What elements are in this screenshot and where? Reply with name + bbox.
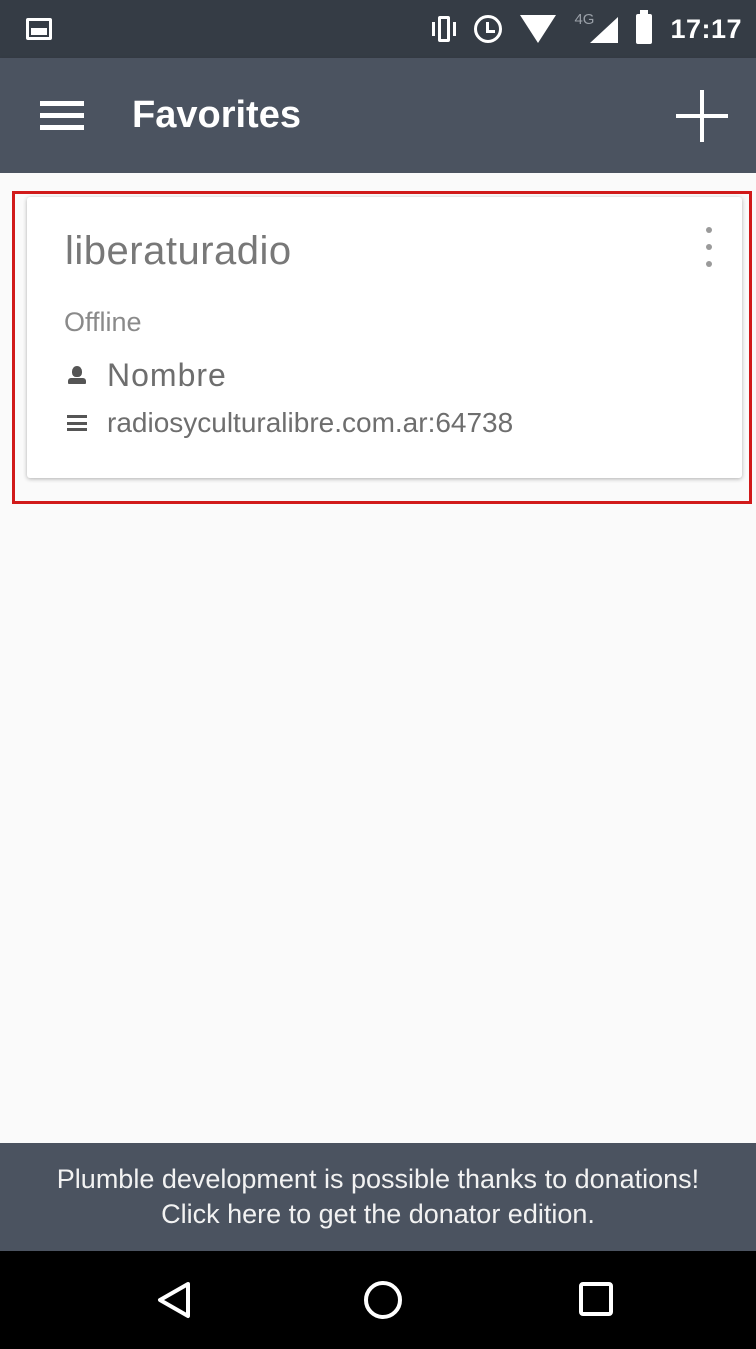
alarm-icon: [474, 15, 503, 43]
battery-icon: [636, 10, 653, 44]
menu-icon[interactable]: [40, 94, 84, 138]
status-clock: 17:17: [670, 13, 742, 44]
gallery-icon: [26, 18, 52, 40]
add-icon[interactable]: [672, 86, 732, 146]
recents-icon[interactable]: [578, 1281, 614, 1317]
favorite-server-card[interactable]: liberaturadio Offline Nombre radiosycult…: [27, 197, 742, 478]
donation-line-1: Plumble development is possible thanks t…: [56, 1164, 700, 1194]
server-status: Offline: [64, 307, 142, 337]
back-icon[interactable]: [156, 1281, 192, 1319]
favorites-list: liberaturadio Offline Nombre radiosycult…: [0, 173, 756, 1143]
page-title: Favorites: [132, 94, 301, 136]
username: Nombre: [107, 357, 227, 393]
status-bar: 4G 17:17: [0, 0, 756, 58]
username-row: Nombre: [67, 357, 227, 394]
donation-line-2: Click here to get the donator edition.: [161, 1199, 595, 1229]
home-icon[interactable]: [362, 1279, 404, 1321]
phone-screen: 4G 17:17 Favorites liberaturadio Offline…: [0, 0, 756, 1349]
mobile-signal: 4G: [574, 11, 619, 45]
server-name: liberaturadio: [65, 229, 292, 273]
signal-icon: [590, 17, 619, 43]
server-icon: [67, 415, 87, 431]
address-row: radiosyculturalibre.com.ar:64738: [67, 407, 513, 439]
donation-banner[interactable]: Plumble development is possible thanks t…: [0, 1143, 756, 1251]
vibrate-icon: [432, 14, 457, 44]
more-options-icon[interactable]: [702, 227, 716, 267]
wifi-icon: [520, 15, 557, 43]
server-address: radiosyculturalibre.com.ar:64738: [107, 407, 514, 438]
user-icon: [67, 365, 87, 386]
navigation-bar: [0, 1251, 756, 1349]
app-bar: Favorites: [0, 58, 756, 173]
